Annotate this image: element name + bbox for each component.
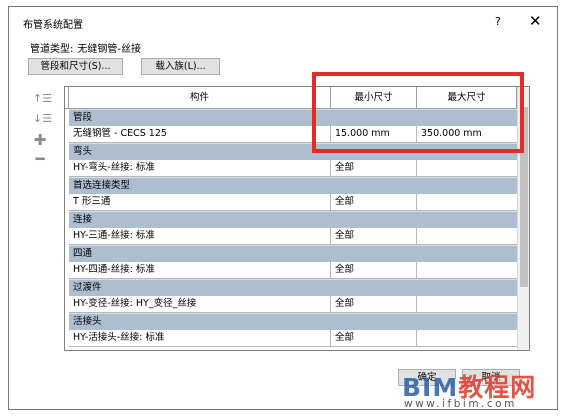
group-row: 四通 (69, 245, 517, 262)
pipe-type-value: 无缝钢管-丝接 (77, 44, 141, 55)
group-row: 过渡件 (69, 279, 517, 296)
column-header-part[interactable]: 构件 (69, 87, 331, 109)
watermark-url: www.ifbim.com (404, 398, 517, 410)
load-family-button[interactable]: 载入族(L)... (141, 58, 220, 75)
window-title: 布管系统配置 (23, 20, 83, 31)
highlight-annotation (312, 72, 524, 153)
min-size-cell[interactable]: 全部 (331, 194, 417, 210)
part-cell[interactable]: T 形三通 (69, 194, 331, 210)
min-size-cell[interactable]: 全部 (331, 228, 417, 244)
max-size-cell[interactable] (417, 296, 517, 312)
part-cell[interactable]: HY-三通-丝接: 标准 (69, 228, 331, 244)
close-button[interactable]: ✕ (529, 12, 542, 30)
help-button[interactable]: ? (495, 15, 501, 28)
table-row[interactable]: HY-三通-丝接: 标准 全部 (69, 228, 517, 245)
table-row[interactable]: T 形三通 全部 (69, 194, 517, 211)
watermark: BIM教程网 www.ifbim.com (402, 368, 564, 412)
min-size-cell[interactable]: 全部 (331, 296, 417, 312)
max-size-cell[interactable] (417, 194, 517, 210)
move-up-icon[interactable]: ↑☰ (33, 92, 52, 105)
table-row[interactable]: HY-四通-丝接: 标准 全部 (69, 262, 517, 279)
max-size-cell[interactable] (417, 160, 517, 176)
title-bar: 布管系统配置 ? ✕ (9, 7, 557, 37)
group-row: 连接 (69, 211, 517, 228)
part-cell[interactable]: HY-活接头-丝接: 标准 (69, 330, 331, 346)
pipe-type-row: 管道类型: 无缝钢管-丝接 (30, 40, 141, 55)
min-size-cell[interactable]: 全部 (331, 330, 417, 346)
table-row[interactable]: HY-变径-丝接: HY_变径_丝接 全部 (69, 296, 517, 313)
move-down-icon[interactable]: ↓☰ (33, 112, 52, 125)
segments-and-sizes-button[interactable]: 管段和尺寸(S)... (28, 58, 123, 75)
group-row: 活接头 (69, 313, 517, 330)
max-size-cell[interactable] (417, 228, 517, 244)
group-row: 首选连接类型 (69, 177, 517, 194)
part-cell[interactable]: 无缝钢管 - CECS 125 (69, 126, 331, 142)
part-cell[interactable]: HY-变径-丝接: HY_变径_丝接 (69, 296, 331, 312)
min-size-cell[interactable]: 全部 (331, 262, 417, 278)
part-cell[interactable]: HY-弯头-丝接: 标准 (69, 160, 331, 176)
part-cell[interactable]: HY-四通-丝接: 标准 (69, 262, 331, 278)
table-row[interactable]: HY-弯头-丝接: 标准 全部 (69, 160, 517, 177)
remove-icon[interactable]: ━ (33, 150, 47, 168)
max-size-cell[interactable] (417, 330, 517, 346)
min-size-cell[interactable]: 全部 (331, 160, 417, 176)
table-row[interactable]: HY-活接头-丝接: 标准 全部 (69, 330, 517, 347)
pipe-type-label: 管道类型: (30, 44, 74, 55)
max-size-cell[interactable] (417, 262, 517, 278)
add-icon[interactable]: ✚ (33, 131, 47, 149)
